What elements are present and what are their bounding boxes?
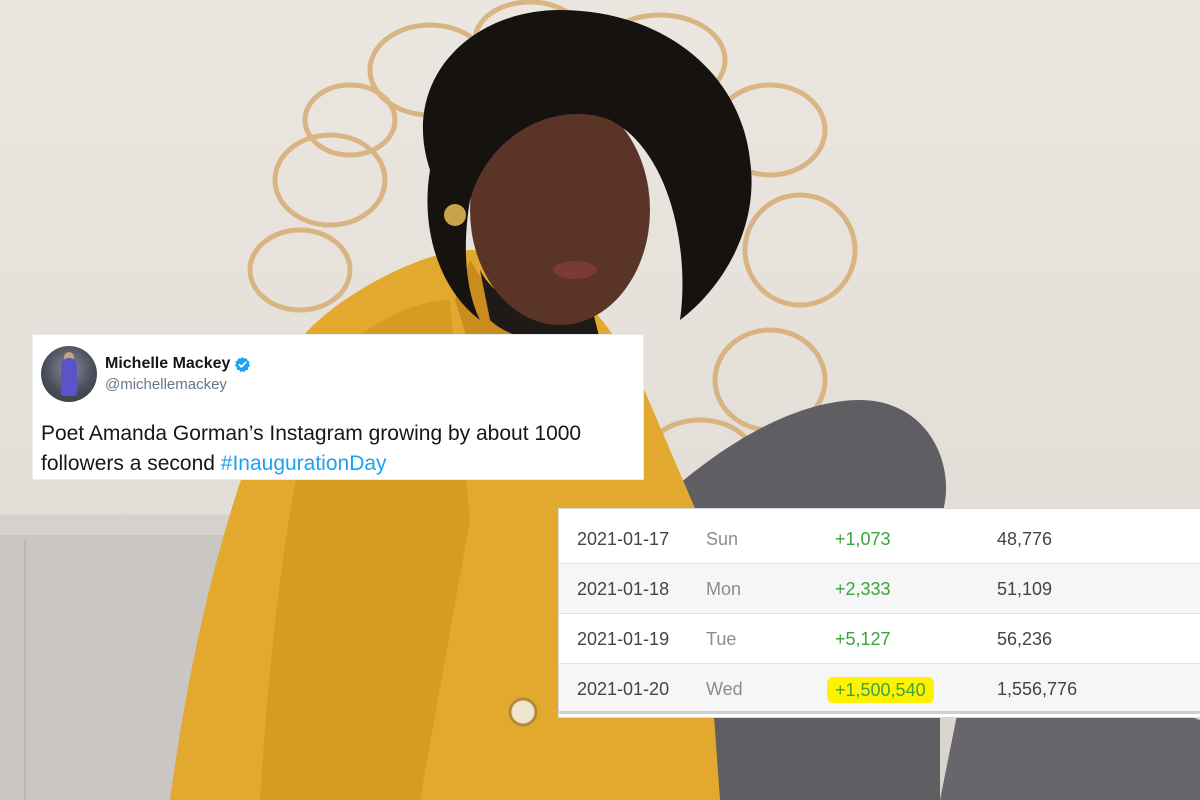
gain-cell: +1,073 [835,529,891,549]
display-name[interactable]: Michelle Mackey [105,355,230,373]
table-row: 2021-01-19 Tue +5,127 56,236 [559,614,1200,664]
day-cell: Mon [706,579,742,599]
verified-badge-icon [234,356,251,373]
hashtag-link[interactable]: #InaugurationDay [221,452,387,475]
follower-stats-table: 2021-01-17 Sun +1,073 48,776 2021-01-18 … [558,508,1200,718]
table-row: 2021-01-20 Wed +1,500,540 1,556,776 [559,664,1200,714]
gain-cell-highlighted: +1,500,540 [827,677,934,703]
avatar[interactable] [41,346,97,402]
date-cell: 2021-01-18 [577,579,670,599]
table-row: 2021-01-17 Sun +1,073 48,776 [559,514,1200,564]
date-cell: 2021-01-20 [577,679,670,699]
gain-cell: +5,127 [835,629,891,649]
table-row: 2021-01-18 Mon +2,333 51,109 [559,564,1200,614]
total-cell: 48,776 [997,529,1053,549]
gain-cell: +2,333 [835,579,891,599]
day-cell: Wed [706,679,743,699]
user-handle[interactable]: @michellemackey [105,376,251,393]
date-cell: 2021-01-19 [577,629,670,649]
total-cell: 56,236 [997,629,1053,649]
total-cell: 51,109 [997,579,1053,599]
tweet-header: Michelle Mackey @michellemackey [41,345,633,403]
date-cell: 2021-01-17 [577,529,670,549]
total-cell: 1,556,776 [997,679,1078,699]
tweet-author: Michelle Mackey @michellemackey [105,355,251,393]
tweet-text: Poet Amanda Gorman’s Instagram growing b… [41,419,633,479]
day-cell: Sun [706,529,739,549]
day-cell: Tue [706,629,737,649]
tweet-card: Michelle Mackey @michellemackey Poet Ama… [32,334,644,480]
